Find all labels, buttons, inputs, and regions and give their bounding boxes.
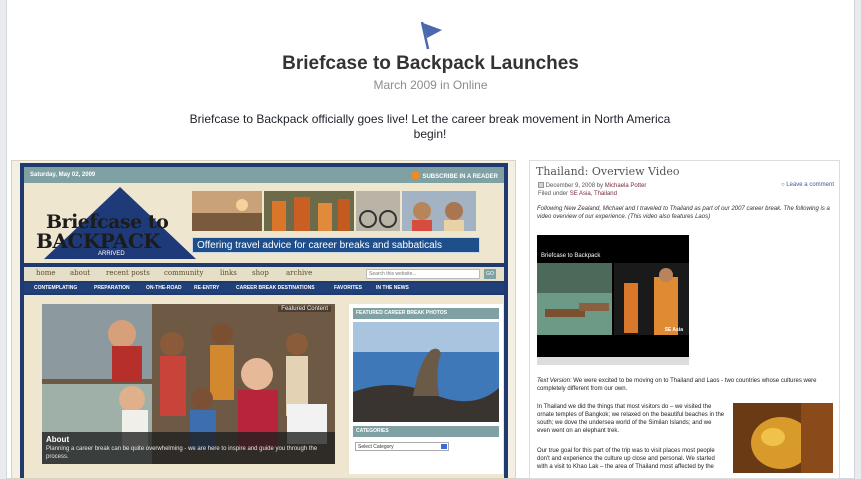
website-content: Featured Content About Planning a career… [24, 295, 504, 478]
nav-home: home [36, 269, 56, 277]
categories-heading: CATEGORIES [353, 426, 499, 437]
website-topbar: Saturday, May 02, 2009 SUBSCRIBE IN A RE… [24, 167, 504, 183]
nav-recent-posts: recent posts [106, 269, 150, 277]
website-tagline: Offering travel advice for career breaks… [192, 237, 480, 253]
video-frame-monks [614, 263, 689, 335]
website-nav: home about recent posts community links … [24, 267, 504, 281]
video-label: SE Asia [664, 327, 683, 333]
category-select: Select Category [355, 442, 449, 451]
rss-icon [412, 172, 420, 179]
video-controls [537, 357, 689, 365]
chevron-down-icon [441, 444, 447, 449]
banner-photo-monks [264, 191, 354, 231]
website-sidebar: FEATURED CAREER BREAK PHOTOS CATEGORIES … [349, 304, 503, 474]
website-subnav: CONTEMPLATING PREPARATION ON-THE-ROAD RE… [24, 283, 504, 293]
subscribe-link: SUBSCRIBE IN A READER [412, 172, 498, 180]
article-intro: Following New Zealand, Michael and I tra… [537, 206, 830, 220]
nav-archive: archive [286, 269, 313, 277]
post-description: Briefcase to Backpack officially goes li… [189, 112, 671, 141]
nav-about: about [70, 269, 91, 277]
featured-content-label: Featured Content [278, 306, 331, 312]
website-go-button: GO [484, 269, 496, 279]
logo-badge: ARRIVED [94, 251, 129, 257]
video-player: Briefcase to Backpack SE Asia [537, 235, 689, 365]
article-paragraph: Our true goal for this part of the trip … [537, 448, 715, 470]
nav-links: links [220, 269, 237, 277]
calendar-icon [538, 182, 544, 188]
subnav-item: RE-ENTRY [194, 285, 220, 291]
nav-community: community [164, 269, 204, 277]
article-title: Thailand: Overview Video [536, 165, 680, 178]
about-overlay: About Planning a career break can be qui… [42, 432, 335, 464]
video-title: Briefcase to Backpack [541, 253, 601, 259]
website-banner: Briefcase to BACKPACK ARRIVED Offering t… [24, 183, 504, 263]
video-frame-boats [537, 263, 612, 335]
article-author: Michaela Potter [604, 183, 647, 189]
subnav-item: FAVORITES [334, 285, 362, 291]
website-frame: Saturday, May 02, 2009 SUBSCRIBE IN A RE… [20, 163, 508, 478]
post-title: Briefcase to Backpack Launches [282, 53, 579, 74]
subnav-item: ON-THE-ROAD [146, 285, 182, 291]
website-date: Saturday, May 02, 2009 [30, 172, 96, 178]
post-subtitle[interactable]: March 2009 in Online [0, 78, 861, 92]
banner-photo-bike [356, 191, 400, 231]
article-meta: December 9, 2008 by Michaela Potter File… [538, 182, 647, 197]
subnav-item: CAREER BREAK DESTINATIONS [236, 285, 315, 291]
website-screenshot[interactable]: Saturday, May 02, 2009 SUBSCRIBE IN A RE… [11, 160, 516, 479]
leave-comment-link: ○ Leave a comment [781, 182, 834, 188]
sea-lion-photo [353, 322, 499, 422]
logo-line2: BACKPACK [36, 229, 161, 253]
article-paragraph: In Thailand we did the things that most … [537, 404, 725, 434]
featured-photos-heading: FEATURED CAREER BREAK PHOTOS [353, 308, 499, 319]
flag-icon [420, 21, 442, 50]
buddha-photo [733, 403, 833, 473]
featured-photo: Featured Content About Planning a career… [42, 304, 335, 464]
banner-photo-sunset [192, 191, 262, 231]
subnav-item: CONTEMPLATING [34, 285, 78, 291]
subnav-item: IN THE NEWS [376, 285, 409, 291]
article-screenshot[interactable]: Thailand: Overview Video December 9, 200… [529, 160, 840, 479]
banner-photo-kids [402, 191, 476, 231]
about-text: Planning a career break can be quite ove… [46, 446, 318, 460]
nav-shop: shop [252, 269, 269, 277]
website-search: Search this website... [366, 269, 480, 279]
article-text-version: Text Version: We were excited to be movi… [537, 378, 817, 392]
about-title: About [46, 435, 70, 444]
article-categories: SE Asia, Thailand [569, 191, 617, 197]
subnav-item: PREPARATION [94, 285, 130, 291]
